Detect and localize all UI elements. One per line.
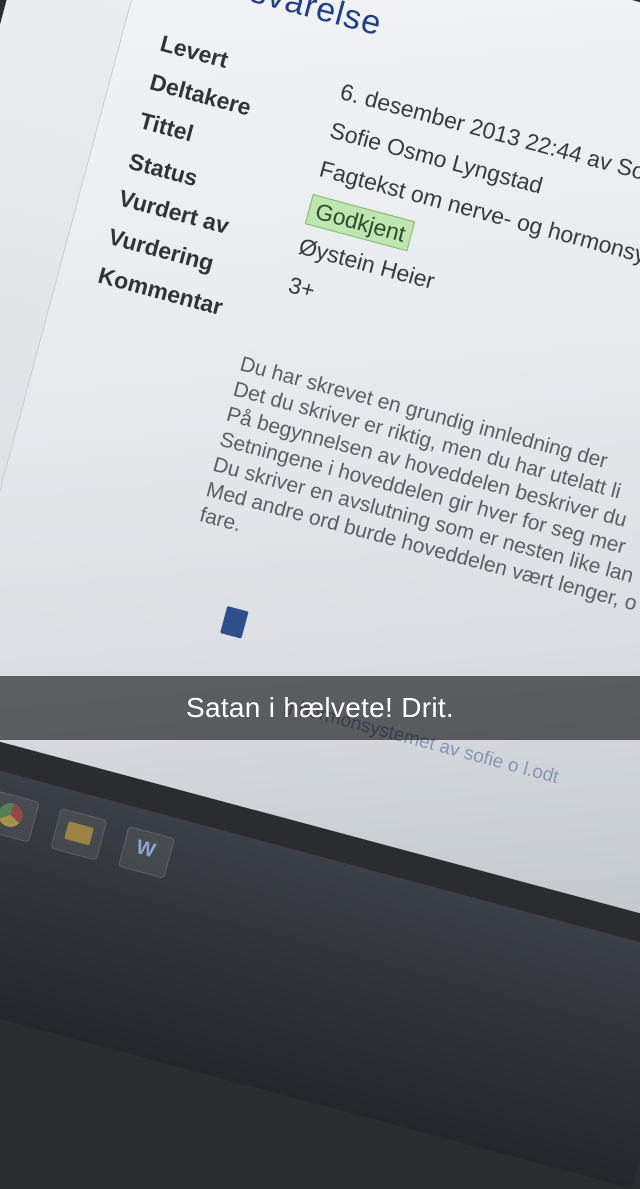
page-title: Besvarelse bbox=[204, 0, 387, 44]
caption-text: Satan i hælvete! Drit. bbox=[185, 692, 455, 723]
monitor-screen: esvarelse er 2013 Besvarelse Levert 6. d… bbox=[0, 0, 640, 917]
field-value: Øystein Heier bbox=[296, 232, 438, 294]
submission-panel: Besvarelse Levert 6. desember 2013 22:44… bbox=[0, 0, 640, 916]
word-letter: W bbox=[133, 836, 158, 863]
caption-bar: Satan i hælvete! Drit. bbox=[0, 676, 640, 740]
word-icon[interactable]: W bbox=[117, 825, 176, 879]
folder-icon[interactable] bbox=[50, 807, 108, 861]
chrome-icon[interactable] bbox=[0, 789, 40, 843]
comment-body: Du har skrevet en grundig innledning der… bbox=[197, 352, 640, 662]
field-value: 3+ bbox=[285, 271, 318, 304]
document-icon bbox=[220, 605, 249, 639]
